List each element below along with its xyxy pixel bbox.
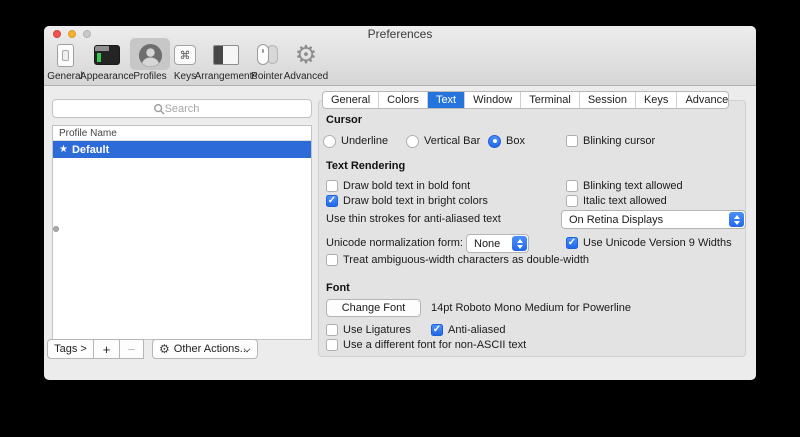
thin-strokes-label: Use thin strokes for anti-aliased text (326, 211, 501, 227)
profile-name: Default (72, 144, 109, 156)
radio-vertical-bar[interactable]: Vertical Bar (406, 133, 480, 149)
profile-list-header: Profile Name (53, 126, 311, 141)
tab-keys[interactable]: Keys (636, 92, 677, 108)
profile-list: Profile Name ★ Default (52, 125, 312, 340)
change-font-button[interactable]: Change Font (326, 299, 421, 317)
checkbox-icon[interactable] (326, 254, 338, 266)
unicode-norm-popup[interactable]: None (466, 234, 529, 253)
checkbox-icon[interactable] (431, 324, 443, 336)
tab-advanced[interactable]: Advanced (677, 92, 729, 108)
tags-button[interactable]: Tags > (47, 339, 94, 359)
radio-underline[interactable]: Underline (323, 133, 388, 149)
settings-tabbar: General Colors Text Window Terminal Sess… (322, 91, 729, 109)
titlebar: Preferences General Appearance Profiles (44, 26, 756, 86)
checkbox-non-ascii-font[interactable]: Use a different font for non-ASCII text (326, 337, 526, 353)
checkbox-icon[interactable] (326, 339, 338, 351)
checkbox-icon[interactable] (566, 180, 578, 192)
sidebar-footer: Tags > + − ⚙ Other Actions... (47, 339, 258, 359)
checkbox-icon[interactable] (326, 195, 338, 207)
star-icon: ★ (59, 144, 68, 155)
checkbox-ambiguous-width[interactable]: Treat ambiguous-width characters as doub… (326, 252, 589, 268)
checkbox-icon[interactable] (566, 135, 578, 147)
radio-box[interactable]: Box (488, 133, 525, 149)
profile-row-default[interactable]: ★ Default (53, 141, 311, 158)
other-actions-dropdown[interactable]: ⚙ Other Actions... (152, 339, 258, 359)
tab-session[interactable]: Session (580, 92, 636, 108)
unicode-norm-label: Unicode normalization form: (326, 235, 463, 251)
stepper-icon (729, 212, 744, 227)
checkbox-blinking-cursor[interactable]: Blinking cursor (566, 133, 655, 149)
desktop-background: Preferences General Appearance Profiles (0, 0, 800, 437)
preferences-window: Preferences General Appearance Profiles (44, 26, 756, 380)
popup-value: On Retina Displays (569, 214, 663, 226)
checkbox-bold-font[interactable]: Draw bold text in bold font (326, 178, 470, 194)
checkbox-icon[interactable] (566, 237, 578, 249)
checkbox-icon[interactable] (326, 324, 338, 336)
popup-value: None (474, 238, 500, 250)
tab-general[interactable]: General (323, 92, 379, 108)
profile-search-field[interactable] (52, 99, 312, 118)
checkbox-bright-colors[interactable]: Draw bold text in bright colors (326, 193, 488, 209)
checkbox-icon[interactable] (566, 195, 578, 207)
toolbar-item-advanced[interactable]: ⚙ Advanced (270, 40, 342, 82)
font-heading: Font (326, 282, 350, 294)
tab-window[interactable]: Window (465, 92, 521, 108)
remove-profile-button[interactable]: − (119, 339, 144, 359)
other-actions-label: Other Actions... (174, 343, 249, 355)
checkbox-ligatures[interactable]: Use Ligatures (326, 322, 411, 338)
text-rendering-heading: Text Rendering (326, 160, 405, 172)
tab-colors[interactable]: Colors (379, 92, 428, 108)
checkbox-unicode9[interactable]: Use Unicode Version 9 Widths (566, 235, 732, 251)
stepper-icon (512, 236, 527, 251)
thin-strokes-popup[interactable]: On Retina Displays (561, 210, 746, 229)
checkbox-icon[interactable] (326, 180, 338, 192)
radio-icon[interactable] (323, 135, 336, 148)
add-profile-button[interactable]: + (93, 339, 120, 359)
tab-text[interactable]: Text (428, 92, 465, 108)
search-input[interactable] (53, 100, 311, 117)
gear-icon: ⚙ (295, 43, 317, 68)
text-settings-group: Cursor Underline Vertical Bar Box Blinki… (318, 100, 746, 357)
current-font-label: 14pt Roboto Mono Medium for Powerline (431, 300, 631, 316)
tab-terminal[interactable]: Terminal (521, 92, 580, 108)
toolbar-item-label: Advanced (270, 71, 342, 82)
gear-icon: ⚙ (159, 344, 170, 354)
radio-icon[interactable] (406, 135, 419, 148)
cursor-heading: Cursor (326, 114, 362, 126)
checkbox-blinking-text[interactable]: Blinking text allowed (566, 178, 683, 194)
radio-icon[interactable] (488, 135, 501, 148)
checkbox-antialiased[interactable]: Anti-aliased (431, 322, 505, 338)
checkbox-italic-text[interactable]: Italic text allowed (566, 193, 667, 209)
pane-splitter-handle[interactable] (53, 226, 59, 232)
